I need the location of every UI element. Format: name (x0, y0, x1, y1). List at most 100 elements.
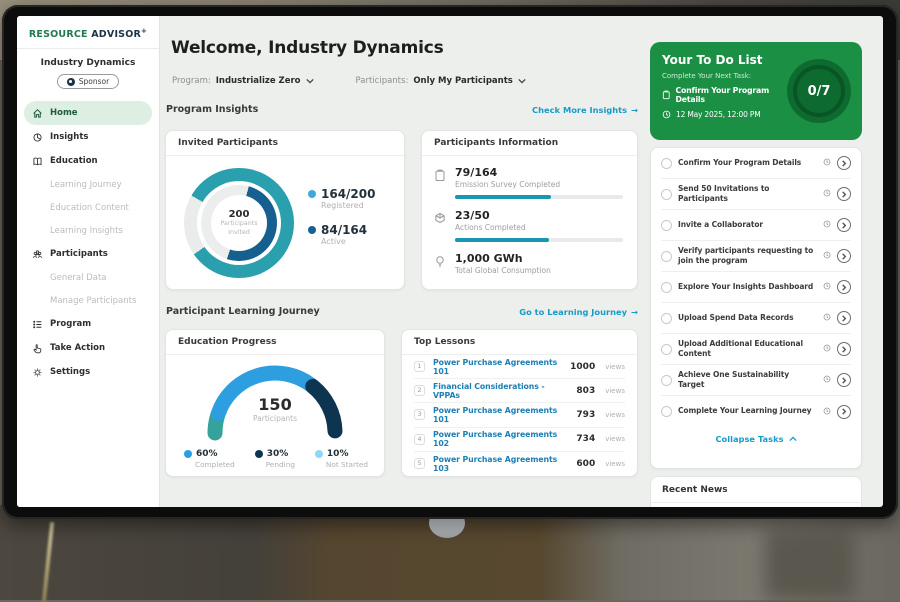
participants-information-card: Participants Information 79/164 Emission… (421, 130, 638, 290)
chevron-right-icon[interactable] (837, 373, 851, 387)
education-gauge-chart: 150 Participants (200, 361, 350, 441)
chevron-right-icon[interactable] (837, 156, 851, 170)
page-title: Welcome, Industry Dynamics (171, 38, 444, 58)
lesson-link[interactable]: Power Purchase Agreements 102 (433, 430, 568, 448)
lesson-link[interactable]: Power Purchase Agreements 101 (433, 406, 568, 424)
chevron-right-icon[interactable] (837, 405, 851, 419)
todo-task-list: Confirm Your Program Details Send 50 Inv… (650, 147, 862, 469)
chevron-up-icon (789, 436, 797, 442)
task-checkbox[interactable] (661, 158, 672, 169)
task-checkbox[interactable] (661, 220, 672, 231)
task-checkbox[interactable] (661, 344, 672, 355)
clock-icon (823, 282, 831, 290)
lesson-row: 5 Power Purchase Agreements 103 600 view… (414, 452, 625, 476)
active-dot-icon (308, 226, 316, 234)
task-checkbox[interactable] (661, 406, 672, 417)
sidebar-item-education-content[interactable]: Education Content (24, 196, 152, 219)
sidebar-item-insights[interactable]: Insights (24, 125, 152, 149)
check-more-insights-link[interactable]: Check More Insights → (532, 105, 638, 115)
chevron-right-icon[interactable] (837, 311, 851, 325)
task-row[interactable]: Send 50 Invitations to Participants (661, 179, 851, 210)
task-row[interactable]: Verify participants requesting to join t… (661, 241, 851, 272)
sidebar-item-education[interactable]: Education (24, 149, 152, 173)
todo-progress-ring: 0/7 (787, 59, 851, 123)
take-action-icon (32, 343, 43, 354)
task-checkbox[interactable] (661, 189, 672, 200)
sidebar-item-participants[interactable]: Participants (24, 242, 152, 266)
sidebar-item-general-data[interactable]: General Data (24, 266, 152, 289)
backdrop-shadow (765, 530, 855, 600)
recent-news-card: Recent News (650, 476, 862, 507)
chevron-down-icon (306, 78, 314, 84)
sidebar-nav: Home Insights Education Learning Journey… (17, 101, 159, 384)
chevron-right-icon[interactable] (837, 280, 851, 294)
consumption-icon (434, 255, 446, 268)
task-row[interactable]: Complete Your Learning Journey (661, 396, 851, 427)
task-row[interactable]: Confirm Your Program Details (661, 148, 851, 179)
sponsor-icon (67, 78, 75, 86)
task-checkbox[interactable] (661, 375, 672, 386)
collapse-tasks-link[interactable]: Collapse Tasks (661, 427, 851, 451)
chevron-down-icon (518, 78, 526, 84)
survey-icon (434, 169, 446, 182)
clock-icon (662, 110, 671, 119)
task-row[interactable]: Upload Additional Educational Content (661, 334, 851, 365)
task-checkbox[interactable] (661, 251, 672, 262)
clock-icon (823, 407, 831, 415)
lesson-link[interactable]: Financial Considerations - VPPAs (433, 382, 568, 400)
actions-icon (434, 212, 446, 224)
main-content: Welcome, Industry Dynamics Program: Indu… (165, 16, 638, 507)
learning-journey-header: Participant Learning Journey Go to Learn… (166, 306, 638, 317)
task-row[interactable]: Explore Your Insights Dashboard (661, 272, 851, 303)
sponsor-badge[interactable]: Sponsor (57, 74, 119, 89)
legend-not-started: 10% Not Started (315, 449, 368, 469)
stat-actions: 23/50 Actions Completed (422, 199, 637, 232)
sidebar-item-learning-insights[interactable]: Learning Insights (24, 219, 152, 242)
task-checkbox[interactable] (661, 313, 672, 324)
go-to-learning-journey-link[interactable]: Go to Learning Journey → (519, 307, 638, 317)
chevron-right-icon[interactable] (837, 342, 851, 356)
legend-pending: 30% Pending (255, 449, 295, 469)
registered-dot-icon (308, 190, 316, 198)
sidebar-item-settings[interactable]: Settings (24, 360, 152, 384)
insights-icon (32, 132, 43, 143)
education-progress-card: Education Progress 150 Participants 60% … (165, 329, 385, 477)
right-column: Your To Do List Complete Your Next Task:… (650, 16, 862, 507)
sidebar-item-program[interactable]: Program (24, 312, 152, 336)
arrow-right-icon: → (631, 105, 638, 115)
clock-icon (823, 220, 831, 228)
sidebar-item-learning-journey[interactable]: Learning Journey (24, 173, 152, 196)
section-title: Program Insights (166, 104, 258, 115)
invited-participants-donut-chart: 200 Participants Invited (184, 168, 294, 278)
next-task-row: Confirm Your Program Details (662, 86, 794, 104)
task-checkbox[interactable] (661, 282, 672, 293)
participants-filter[interactable]: Participants: Only My Participants (356, 76, 526, 86)
legend-completed: 60% Completed (184, 449, 235, 469)
lesson-row: 3 Power Purchase Agreements 101 793 view… (414, 403, 625, 427)
stat-emission-survey: 79/164 Emission Survey Completed (422, 156, 637, 189)
chevron-right-icon[interactable] (837, 249, 851, 263)
completed-dot-icon (184, 450, 192, 458)
task-row[interactable]: Achieve One Sustainability Target (661, 365, 851, 396)
stat-consumption: 1,000 GWh Total Global Consumption (422, 242, 637, 275)
legend-active: 84/164 Active (308, 223, 375, 246)
sidebar-item-take-action[interactable]: Take Action (24, 336, 152, 360)
sidebar-item-manage-participants[interactable]: Manage Participants (24, 289, 152, 312)
invited-participants-card: Invited Participants 200 Participants In… (165, 130, 405, 290)
task-row[interactable]: Upload Spend Data Records (661, 303, 851, 334)
home-icon (32, 108, 43, 119)
arrow-right-icon: → (631, 307, 638, 317)
lesson-row: 2 Financial Considerations - VPPAs 803 v… (414, 379, 625, 403)
task-row[interactable]: Invite a Collaborator (661, 210, 851, 241)
lesson-link[interactable]: Power Purchase Agreements 101 (433, 358, 562, 376)
top-lessons-card: Top Lessons 1 Power Purchase Agreements … (401, 329, 638, 477)
lesson-link[interactable]: Power Purchase Agreements 103 (433, 455, 568, 473)
sidebar-item-home[interactable]: Home (24, 101, 152, 125)
clock-icon (823, 313, 831, 321)
clock-icon (823, 344, 831, 352)
chevron-right-icon[interactable] (837, 218, 851, 232)
lesson-row: 4 Power Purchase Agreements 102 734 view… (414, 428, 625, 452)
clock-icon (823, 251, 831, 259)
chevron-right-icon[interactable] (837, 187, 851, 201)
program-filter[interactable]: Program: Industrialize Zero (172, 76, 314, 86)
